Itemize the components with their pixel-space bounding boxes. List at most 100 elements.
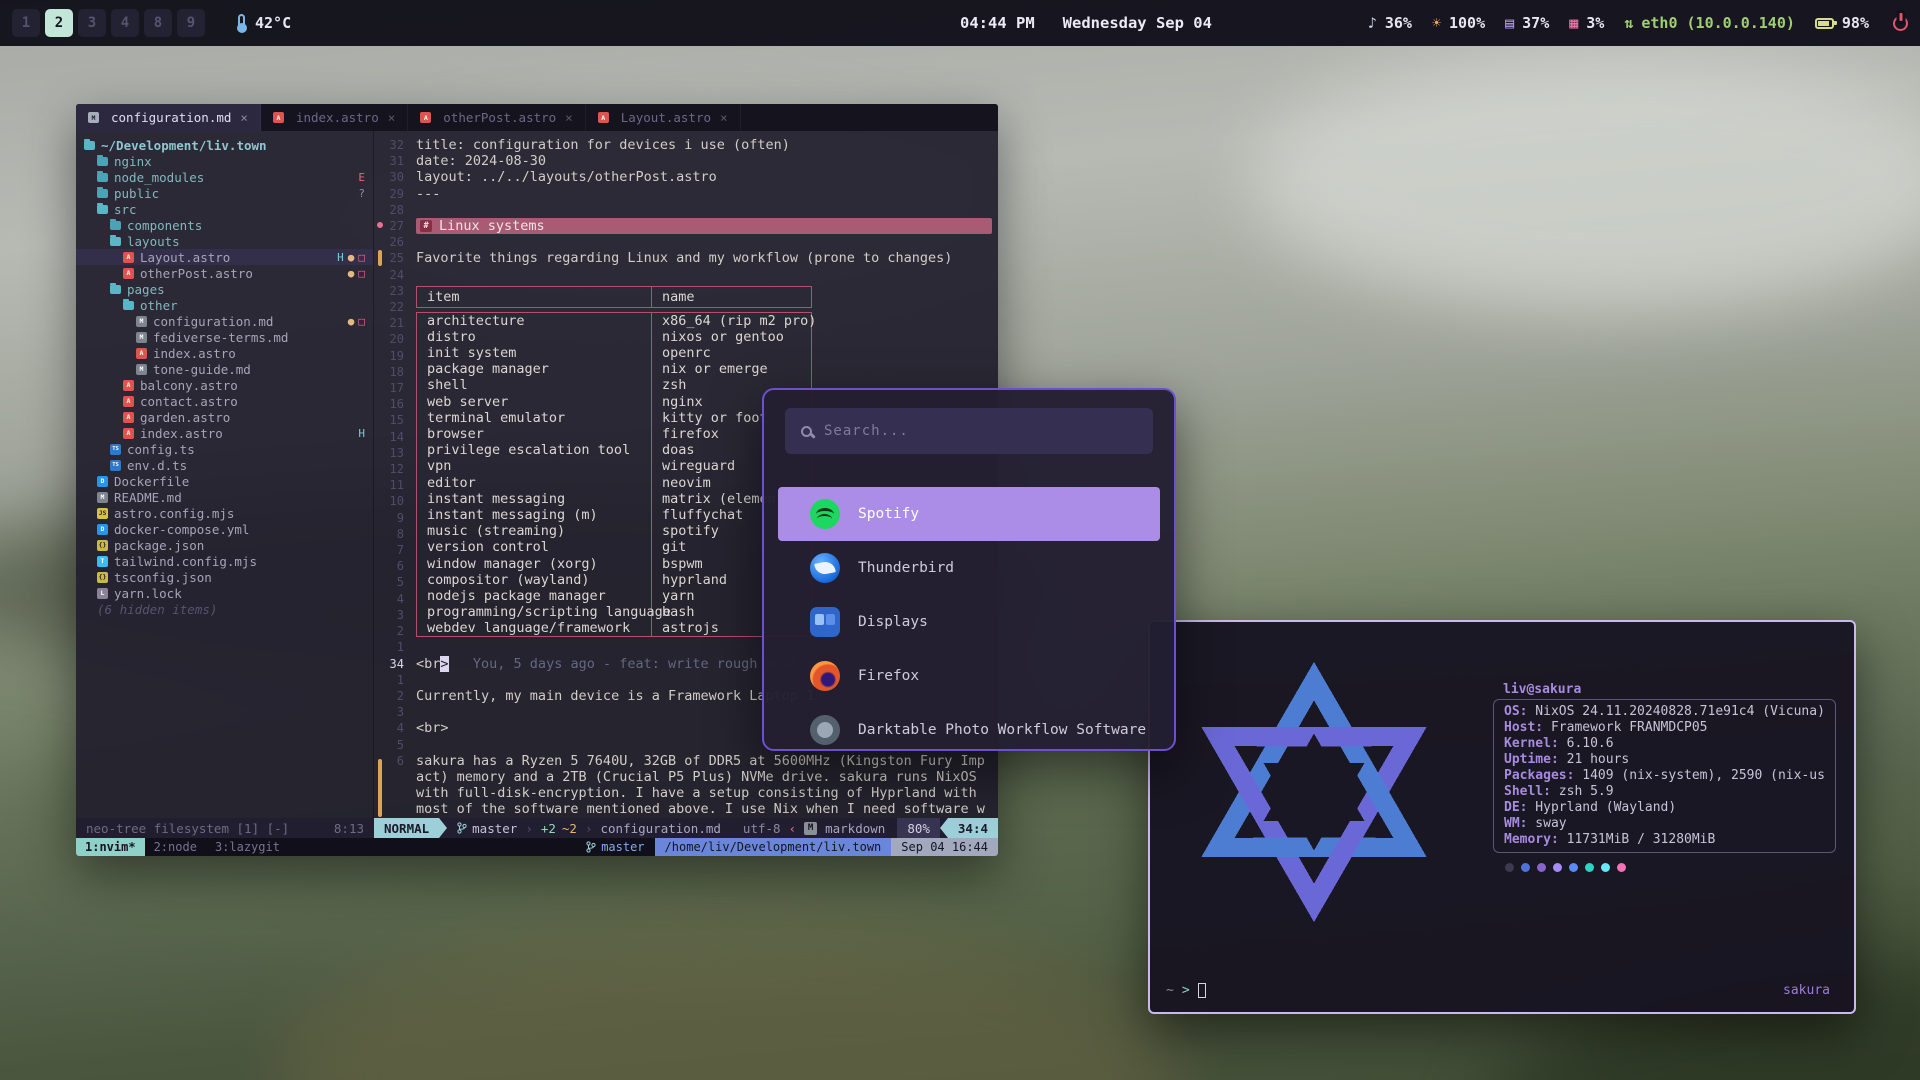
git-badge: E [358,171,365,184]
table-cell: nix or emerge [652,361,811,377]
tree-item-other[interactable]: other [76,297,373,313]
tree-item-configuration.md[interactable]: configuration.md●□ [76,313,373,329]
tree-item-label: (6 hidden items) [97,602,217,617]
tree-item-README.md[interactable]: README.md [76,489,373,505]
tree-item-Dockerfile[interactable]: Dockerfile [76,473,373,489]
table-row: instant messaging (m)fluffychat [417,507,811,523]
tree-item-garden.astro[interactable]: garden.astro [76,409,373,425]
tree-item-fediverse-terms.md[interactable]: fediverse-terms.md [76,329,373,345]
tree-item-docker-compose.yml[interactable]: docker-compose.yml [76,521,373,537]
table-cell: privilege escalation tool [417,442,652,458]
shell-prompt[interactable]: ~ > [1166,983,1206,998]
tree-item-src[interactable]: src [76,201,373,217]
terminal-window[interactable]: liv@sakura OS: NixOS 24.11.20240828.71e9… [1148,620,1856,1014]
launcher-item-Displays[interactable]: Displays [778,595,1160,649]
tree-item-public[interactable]: public? [76,185,373,201]
neotree-status-segment: neo-tree filesystem [1] [-] 8:13 [76,818,374,838]
git-badges: H●□ [337,251,373,264]
tab-otherPost.astro[interactable]: otherPost.astro× [408,104,585,131]
tree-item-env.d.ts[interactable]: env.d.ts [76,457,373,473]
tree-item-pages[interactable]: pages [76,281,373,297]
md-icon [136,364,147,375]
launcher-item-Thunderbird[interactable]: Thunderbird [778,541,1160,595]
tree-item-balcony.astro[interactable]: balcony.astro [76,377,373,393]
tree-item-tsconfig.json[interactable]: tsconfig.json [76,569,373,585]
power-icon[interactable] [1893,16,1908,31]
tmux-window-3:lazygit[interactable]: 3:lazygit [206,838,289,856]
tree-item-tone-guide.md[interactable]: tone-guide.md [76,361,373,377]
tab-index.astro[interactable]: index.astro× [261,104,408,131]
tree-item-yarn.lock[interactable]: yarn.lock [76,585,373,601]
tree-item-package.json[interactable]: package.json [76,537,373,553]
tmux-window-1:nvim*[interactable]: 1:nvim* [76,838,145,856]
lock-icon [97,588,108,599]
search-input[interactable] [824,423,1153,439]
markdown-heading: Linux systems [416,218,992,234]
tree-item-components[interactable]: components [76,217,373,233]
md-icon [136,332,147,343]
workspace-2[interactable]: 2 [45,9,73,37]
text-cursor: > [440,656,448,672]
separator [585,818,593,838]
module-cpu[interactable]: 3% [1569,14,1604,32]
tree-item-otherPost.astro[interactable]: otherPost.astro●□ [76,265,373,281]
table-cell: window manager (xorg) [417,556,652,572]
tree-item-label: pages [127,282,165,297]
memory-value: 37% [1522,14,1549,32]
folder-open-icon [84,141,95,150]
close-tab-icon[interactable]: × [388,110,396,125]
tree-item-tailwind.config.mjs[interactable]: tailwind.config.mjs [76,553,373,569]
fetch-fields: OS: NixOS 24.11.20240828.71e91c4 (Vicuna… [1493,699,1836,853]
tmux-window-2:node[interactable]: 2:node [145,838,206,856]
tab-Layout.astro[interactable]: Layout.astro× [586,104,741,131]
module-network[interactable]: eth0 (10.0.0.140) [1624,14,1795,32]
launcher-item-Darktable Photo Workflow Software[interactable]: Darktable Photo Workflow Software [778,703,1160,751]
folder-open-icon [123,301,134,310]
launcher-item-label: Thunderbird [858,560,954,576]
workspace-3[interactable]: 3 [78,9,106,37]
close-tab-icon[interactable]: × [720,110,728,125]
fetch-field-key: Packages: [1504,768,1574,783]
tree-root-label: ~/Development/liv.town [101,138,267,153]
ts-icon [110,460,121,471]
tree-item-layouts[interactable]: layouts [76,233,373,249]
tree-item-index.astro[interactable]: index.astroH [76,425,373,441]
tree-item-astro.config.mjs[interactable]: astro.config.mjs [76,505,373,521]
table-row: editorneovim [417,475,811,491]
git-branch[interactable]: master [457,818,517,838]
clock-module[interactable]: 04:44 PM Wednesday Sep 04 [960,14,1212,32]
wallpaper-blob [1250,50,1920,310]
table-cell: init system [417,345,652,361]
tree-item-(6 hidden items)[interactable]: (6 hidden items) [76,601,373,617]
tree-item-nginx[interactable]: nginx [76,153,373,169]
table-cell: nixos or gentoo [652,329,811,345]
tree-item-config.ts[interactable]: config.ts [76,441,373,457]
workspace-9[interactable]: 9 [177,9,205,37]
folder-open-icon [97,205,108,214]
close-tab-icon[interactable]: × [565,110,573,125]
workspace-1[interactable]: 1 [12,9,40,37]
battery-value: 98% [1842,14,1869,32]
module-battery[interactable]: 98% [1815,14,1869,32]
launcher-item-Firefox[interactable]: Firefox [778,649,1160,703]
workspace-4[interactable]: 4 [111,9,139,37]
close-tab-icon[interactable]: × [240,110,248,125]
fetch-info: liv@sakura OS: NixOS 24.11.20240828.71e9… [1493,682,1836,872]
tree-item-label: tone-guide.md [153,362,251,377]
module-brightness[interactable]: 100% [1432,14,1485,32]
workspace-8[interactable]: 8 [144,9,172,37]
heading-text: Linux systems [439,218,545,234]
module-memory[interactable]: 37% [1505,14,1549,32]
tab-configuration.md[interactable]: configuration.md× [76,104,261,131]
module-volume[interactable]: 36% [1368,14,1412,32]
search-box[interactable] [785,408,1153,454]
tree-item-Layout.astro[interactable]: Layout.astroH●□ [76,249,373,265]
tree-item-node_modules[interactable]: node_modulesE [76,169,373,185]
brightness-value: 100% [1449,14,1485,32]
fetch-field: OS: NixOS 24.11.20240828.71e91c4 (Vicuna… [1504,704,1825,720]
tree-root[interactable]: ~/Development/liv.town [76,137,373,153]
launcher-item-Spotify[interactable]: Spotify [778,487,1160,541]
tree-item-contact.astro[interactable]: contact.astro [76,393,373,409]
temperature-module[interactable]: 42°C [238,14,291,33]
tree-item-index.astro[interactable]: index.astro [76,345,373,361]
